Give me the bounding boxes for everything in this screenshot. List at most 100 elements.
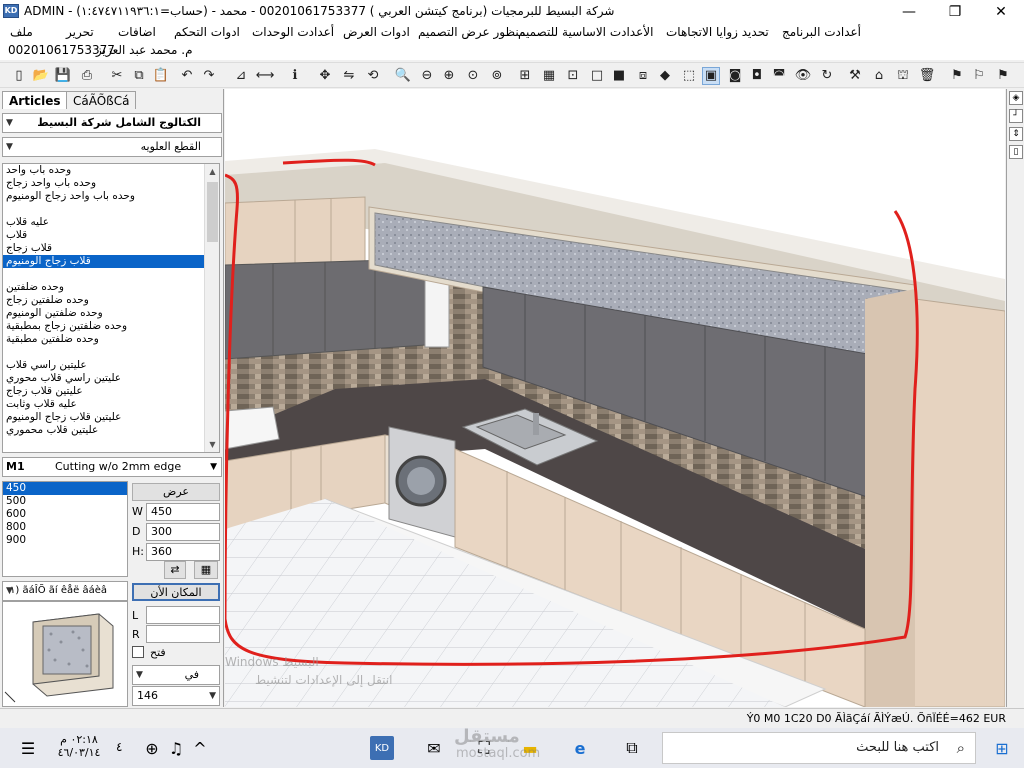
menu-addons[interactable]: اضافات bbox=[118, 25, 156, 39]
list-item[interactable]: قلاب زجاج الومنيوم bbox=[3, 255, 219, 268]
wall-icon[interactable]: ┘ bbox=[1009, 109, 1023, 123]
menu-unit-settings[interactable]: أعدادت الوحدات bbox=[252, 25, 334, 39]
material-row[interactable]: M1 Cutting w/o 2mm edge ▼ bbox=[2, 457, 222, 477]
list-item[interactable]: عليتين راسي قلاب bbox=[3, 359, 219, 372]
paint-icon[interactable]: ⌂ bbox=[870, 67, 888, 85]
grid-icon[interactable]: ⊞ bbox=[516, 67, 534, 85]
mail-icon[interactable]: ✉ bbox=[422, 736, 446, 760]
list-item[interactable]: قلاب bbox=[3, 229, 219, 242]
scroll-up-icon[interactable]: ▲ bbox=[205, 164, 219, 179]
network-icon[interactable]: ⊕ bbox=[140, 736, 164, 760]
option-select[interactable]: ▼ ãáÎÕ ãí êåë âáèâ (١ bbox=[2, 581, 128, 601]
fill-icon[interactable]: □ bbox=[588, 67, 606, 85]
info-icon[interactable]: ℹ bbox=[286, 67, 304, 85]
list-item[interactable]: وحده ضلفتين الومنيوم bbox=[3, 307, 219, 320]
r-field[interactable] bbox=[146, 625, 220, 643]
list-item[interactable]: عليه قلاب وثابت bbox=[3, 398, 219, 411]
snap-icon[interactable]: ▦ bbox=[540, 67, 558, 85]
cube-icon[interactable]: ⧈ bbox=[634, 67, 652, 85]
camera2-icon[interactable]: ◚ bbox=[770, 67, 788, 85]
articles-list[interactable]: وحده باب واحد وحده باب واحد زجاج وحده باب … bbox=[2, 163, 220, 453]
menu-edit[interactable]: تحرير bbox=[66, 25, 94, 39]
list-item[interactable]: عليتين قلاب زجاج bbox=[3, 385, 219, 398]
open-icon[interactable]: 📂 bbox=[32, 67, 50, 85]
copy-icon[interactable]: ⧉ bbox=[130, 67, 148, 85]
menu-file[interactable]: ملف bbox=[10, 25, 33, 39]
zoom-window-icon[interactable]: ⊙ bbox=[464, 67, 482, 85]
menu-view-tools[interactable]: ادوات العرض bbox=[343, 25, 410, 39]
move-icon[interactable]: ✥ bbox=[316, 67, 334, 85]
count-select[interactable]: ▼ 146 bbox=[132, 686, 220, 706]
menu-control-tools[interactable]: ادوات التحكم bbox=[174, 25, 240, 39]
calculator-icon[interactable]: ▦ bbox=[194, 561, 218, 579]
task-view-icon[interactable]: ⧉ bbox=[620, 736, 644, 760]
start-icon[interactable]: ⊞ bbox=[990, 736, 1014, 760]
flag2-icon[interactable]: ⚐ bbox=[970, 67, 988, 85]
camera-icon[interactable]: ◘ bbox=[748, 67, 766, 85]
list-item[interactable]: 450 bbox=[3, 482, 127, 495]
wire-icon[interactable]: ■ bbox=[610, 67, 628, 85]
cube-grey-icon[interactable]: ◆ bbox=[656, 67, 674, 85]
house-icon[interactable]: ⛫ bbox=[894, 67, 912, 85]
scroll-thumb[interactable] bbox=[207, 182, 218, 242]
measure-icon[interactable]: ⟷ bbox=[256, 67, 275, 85]
3d-viewport[interactable]: Windows البسيط انتقل إلى الإعدادات لتنشي… bbox=[225, 89, 1005, 707]
list-item[interactable]: وحده ضلفتين bbox=[3, 281, 219, 294]
list-item[interactable] bbox=[3, 346, 219, 359]
app-taskbar-icon[interactable]: KD bbox=[370, 736, 394, 760]
list-item[interactable]: وحده ضلفتين زجاج بمطبقية bbox=[3, 320, 219, 333]
list-item[interactable] bbox=[3, 268, 219, 281]
side-select[interactable]: ▼ في bbox=[132, 665, 220, 685]
refresh-icon[interactable]: ↻ bbox=[818, 67, 836, 85]
menu-direction-angles[interactable]: تحديد زوايا الاتجاهات bbox=[666, 25, 769, 39]
list-item[interactable]: وحده باب واحد زجاج الومنيوم bbox=[3, 190, 219, 203]
list-item[interactable]: عليه قلاب bbox=[3, 216, 219, 229]
menu-program-settings[interactable]: أعدادت البرنامج bbox=[782, 25, 861, 39]
box-icon[interactable]: ⊡ bbox=[564, 67, 582, 85]
width-button[interactable]: عرض bbox=[132, 483, 220, 501]
layer-icon[interactable]: ◈ bbox=[1009, 91, 1023, 105]
page-icon[interactable]: ▯ bbox=[1009, 145, 1023, 159]
swap-icon[interactable]: ⇄ bbox=[164, 561, 186, 579]
d-field[interactable]: 300 bbox=[146, 523, 220, 541]
zoom-fit-icon[interactable]: ⊕ bbox=[440, 67, 458, 85]
maximize-button[interactable]: ❐ bbox=[932, 0, 978, 24]
taskbar-search-input[interactable]: اكتب هنا للبحث ⌕ bbox=[662, 732, 976, 764]
list-item[interactable]: 600 bbox=[3, 508, 127, 521]
tools-icon[interactable]: ⚒ bbox=[846, 67, 864, 85]
list-item[interactable]: 800 bbox=[3, 521, 127, 534]
minimize-button[interactable]: — bbox=[886, 0, 932, 24]
close-button[interactable]: ✕ bbox=[978, 0, 1024, 24]
h-field[interactable]: 360 bbox=[146, 543, 220, 561]
volume-icon[interactable]: ♫ bbox=[164, 736, 188, 760]
render-icon[interactable]: ◙ bbox=[726, 67, 744, 85]
clock[interactable]: ٠٢:١٨ م ٤٦/٠٣/١٤ bbox=[54, 733, 104, 759]
redo-icon[interactable]: ↷ bbox=[200, 67, 218, 85]
list-item[interactable]: وحده باب واحد bbox=[3, 164, 219, 177]
tab-second[interactable]: CáÃÕßCá bbox=[66, 91, 137, 109]
flag-icon[interactable]: ⚑ bbox=[948, 67, 966, 85]
level-icon[interactable]: ⇕ bbox=[1009, 127, 1023, 141]
articles-scrollbar[interactable]: ▲ ▼ bbox=[204, 164, 219, 452]
flag3-icon[interactable]: ⚑ bbox=[994, 67, 1012, 85]
scroll-down-icon[interactable]: ▼ bbox=[205, 437, 219, 452]
print-icon[interactable]: ⎙ bbox=[78, 67, 96, 85]
cube-solid-icon[interactable]: ▣ bbox=[702, 67, 720, 85]
zoom-all-icon[interactable]: ⊚ bbox=[488, 67, 506, 85]
cube-outline-icon[interactable]: ⬚ bbox=[680, 67, 698, 85]
list-item[interactable]: وحده ضلفتين مطبقية bbox=[3, 333, 219, 346]
zoom-out-icon[interactable]: ⊖ bbox=[418, 67, 436, 85]
menu-basic-design-settings[interactable]: الأعدادت الاساسية للتصميم bbox=[518, 25, 653, 39]
list-item[interactable] bbox=[3, 203, 219, 216]
tab-articles[interactable]: Articles bbox=[2, 91, 68, 109]
new-icon[interactable]: ▯ bbox=[10, 67, 28, 85]
eye-icon[interactable]: 👁 bbox=[794, 67, 812, 85]
list-item[interactable]: وحده ضلفتين زجاج bbox=[3, 294, 219, 307]
size-list[interactable]: 450 500 600 800 900 bbox=[2, 481, 128, 577]
list-item[interactable]: عليتين قلاب زجاج الومنيوم bbox=[3, 411, 219, 424]
list-item[interactable]: وحده باب واحد زجاج bbox=[3, 177, 219, 190]
list-item[interactable]: 500 bbox=[3, 495, 127, 508]
notification-icon[interactable]: ☰ bbox=[16, 736, 40, 760]
chevron-up-icon[interactable]: ^ bbox=[188, 736, 212, 760]
list-item[interactable]: عليتين قلاب محموري bbox=[3, 424, 219, 437]
